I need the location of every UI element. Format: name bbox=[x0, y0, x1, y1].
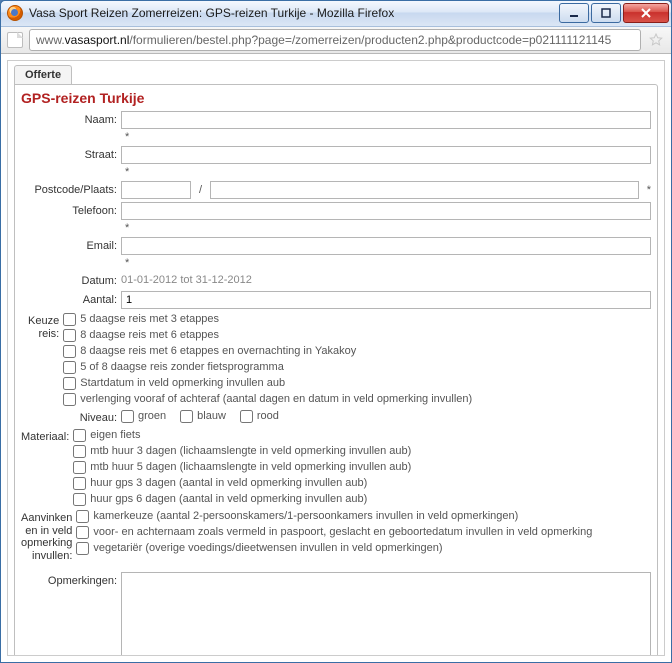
label-aanvinken: Aanvinken en in veld opmerking invullen: bbox=[21, 509, 76, 563]
browser-window: Vasa Sport Reizen Zomerreizen: GPS-reize… bbox=[0, 0, 672, 663]
opt: verlenging vooraf of achteraf (aantal da… bbox=[80, 393, 472, 405]
tab-offerte[interactable]: Offerte bbox=[14, 65, 72, 84]
aanvinken-group: kamerkeuze (aantal 2-persoonskamers/1-pe… bbox=[76, 509, 651, 555]
keuze-group: 5 daagse reis met 3 etappes 8 daagse rei… bbox=[63, 312, 651, 406]
chk-keuze-0[interactable] bbox=[63, 313, 76, 326]
req-mark: * bbox=[121, 131, 129, 143]
window-titlebar: Vasa Sport Reizen Zomerreizen: GPS-reize… bbox=[1, 1, 671, 27]
opt: kamerkeuze (aantal 2-persoonskamers/1-pe… bbox=[93, 510, 518, 522]
opt: eigen fiets bbox=[90, 429, 140, 441]
label-keuze: Keuze reis: bbox=[21, 312, 63, 340]
address-bar: www.vasasport.nl/formulieren/bestel.php?… bbox=[1, 27, 671, 54]
opt: 8 daagse reis met 6 etappes bbox=[80, 329, 219, 341]
chk-mat-0[interactable] bbox=[73, 429, 86, 442]
bookmark-star-icon[interactable] bbox=[647, 31, 665, 49]
chk-niveau-0[interactable] bbox=[121, 410, 134, 423]
opt: 5 of 8 daagse reis zonder fietsprogramma bbox=[80, 361, 284, 373]
opt: rood bbox=[257, 410, 279, 422]
opt: huur gps 3 dagen (aantal in veld opmerki… bbox=[90, 477, 367, 489]
email-field[interactable] bbox=[121, 237, 651, 255]
opt: mtb huur 5 dagen (lichaamslengte in veld… bbox=[90, 461, 411, 473]
materiaal-group: eigen fiets mtb huur 3 dagen (lichaamsle… bbox=[73, 428, 651, 506]
label-materiaal: Materiaal: bbox=[21, 428, 73, 444]
req-mark: * bbox=[121, 222, 129, 234]
chk-mat-3[interactable] bbox=[73, 477, 86, 490]
minimize-button[interactable] bbox=[559, 3, 589, 23]
chk-aan-0[interactable] bbox=[76, 510, 89, 523]
chk-keuze-2[interactable] bbox=[63, 345, 76, 358]
req-mark: * bbox=[121, 257, 129, 269]
label-naam: Naam: bbox=[21, 111, 121, 127]
req-mark: * bbox=[643, 184, 651, 196]
form-container: Offerte GPS-reizen Turkije Naam: * Straa… bbox=[7, 60, 665, 656]
straat-field[interactable] bbox=[121, 146, 651, 164]
chk-niveau-1[interactable] bbox=[180, 410, 193, 423]
postcode-field[interactable] bbox=[121, 181, 191, 199]
label-datum: Datum: bbox=[21, 272, 121, 288]
url-host: vasasport.nl bbox=[65, 33, 130, 47]
chk-mat-1[interactable] bbox=[73, 445, 86, 458]
label-telefoon: Telefoon: bbox=[21, 202, 121, 218]
telefoon-field[interactable] bbox=[121, 202, 651, 220]
opt: Startdatum in veld opmerking invullen au… bbox=[80, 377, 285, 389]
url-prefix: www. bbox=[36, 33, 65, 47]
naam-field[interactable] bbox=[121, 111, 651, 129]
chk-keuze-5[interactable] bbox=[63, 393, 76, 406]
datum-text: 01-01-2012 tot 31-12-2012 bbox=[121, 272, 252, 288]
window-title: Vasa Sport Reizen Zomerreizen: GPS-reize… bbox=[29, 6, 559, 20]
plaats-field[interactable] bbox=[210, 181, 639, 199]
form-title: GPS-reizen Turkije bbox=[21, 87, 651, 110]
label-niveau: Niveau: bbox=[21, 409, 121, 425]
url-box[interactable]: www.vasasport.nl/formulieren/bestel.php?… bbox=[29, 29, 641, 51]
label-postcode: Postcode/Plaats: bbox=[21, 181, 121, 197]
opt: mtb huur 3 dagen (lichaamslengte in veld… bbox=[90, 445, 411, 457]
chk-aan-2[interactable] bbox=[76, 542, 89, 555]
niveau-group: groen blauw rood bbox=[121, 409, 651, 423]
page-icon bbox=[7, 32, 23, 48]
aantal-field[interactable] bbox=[121, 291, 651, 309]
url-path: /formulieren/bestel.php?page=/zomerreize… bbox=[129, 33, 611, 47]
opt: 5 daagse reis met 3 etappes bbox=[80, 313, 219, 325]
slash: / bbox=[195, 184, 206, 196]
close-button[interactable] bbox=[623, 3, 669, 23]
chk-niveau-2[interactable] bbox=[240, 410, 253, 423]
chk-keuze-1[interactable] bbox=[63, 329, 76, 342]
chk-mat-4[interactable] bbox=[73, 493, 86, 506]
chk-aan-1[interactable] bbox=[76, 526, 89, 539]
opt: 8 daagse reis met 6 etappes en overnacht… bbox=[80, 345, 356, 357]
opt: groen bbox=[138, 410, 166, 422]
viewport: Offerte GPS-reizen Turkije Naam: * Straa… bbox=[1, 54, 671, 662]
chk-mat-2[interactable] bbox=[73, 461, 86, 474]
opt: blauw bbox=[197, 410, 226, 422]
maximize-button[interactable] bbox=[591, 3, 621, 23]
opmerkingen-field[interactable] bbox=[121, 572, 651, 656]
window-buttons bbox=[559, 3, 671, 23]
label-aantal: Aantal: bbox=[21, 291, 121, 307]
label-straat: Straat: bbox=[21, 146, 121, 162]
opt: vegetariër (overige voedings/dieetwensen… bbox=[93, 542, 442, 554]
firefox-icon bbox=[7, 5, 23, 21]
req-mark: * bbox=[121, 166, 129, 178]
label-email: Email: bbox=[21, 237, 121, 253]
chk-keuze-3[interactable] bbox=[63, 361, 76, 374]
label-opmerkingen: Opmerkingen: bbox=[21, 572, 121, 588]
opt: huur gps 6 dagen (aantal in veld opmerki… bbox=[90, 493, 367, 505]
chk-keuze-4[interactable] bbox=[63, 377, 76, 390]
opt: voor- en achternaam zoals vermeld in pas… bbox=[93, 526, 592, 538]
form-panel: GPS-reizen Turkije Naam: * Straat: * Pos… bbox=[14, 84, 658, 656]
